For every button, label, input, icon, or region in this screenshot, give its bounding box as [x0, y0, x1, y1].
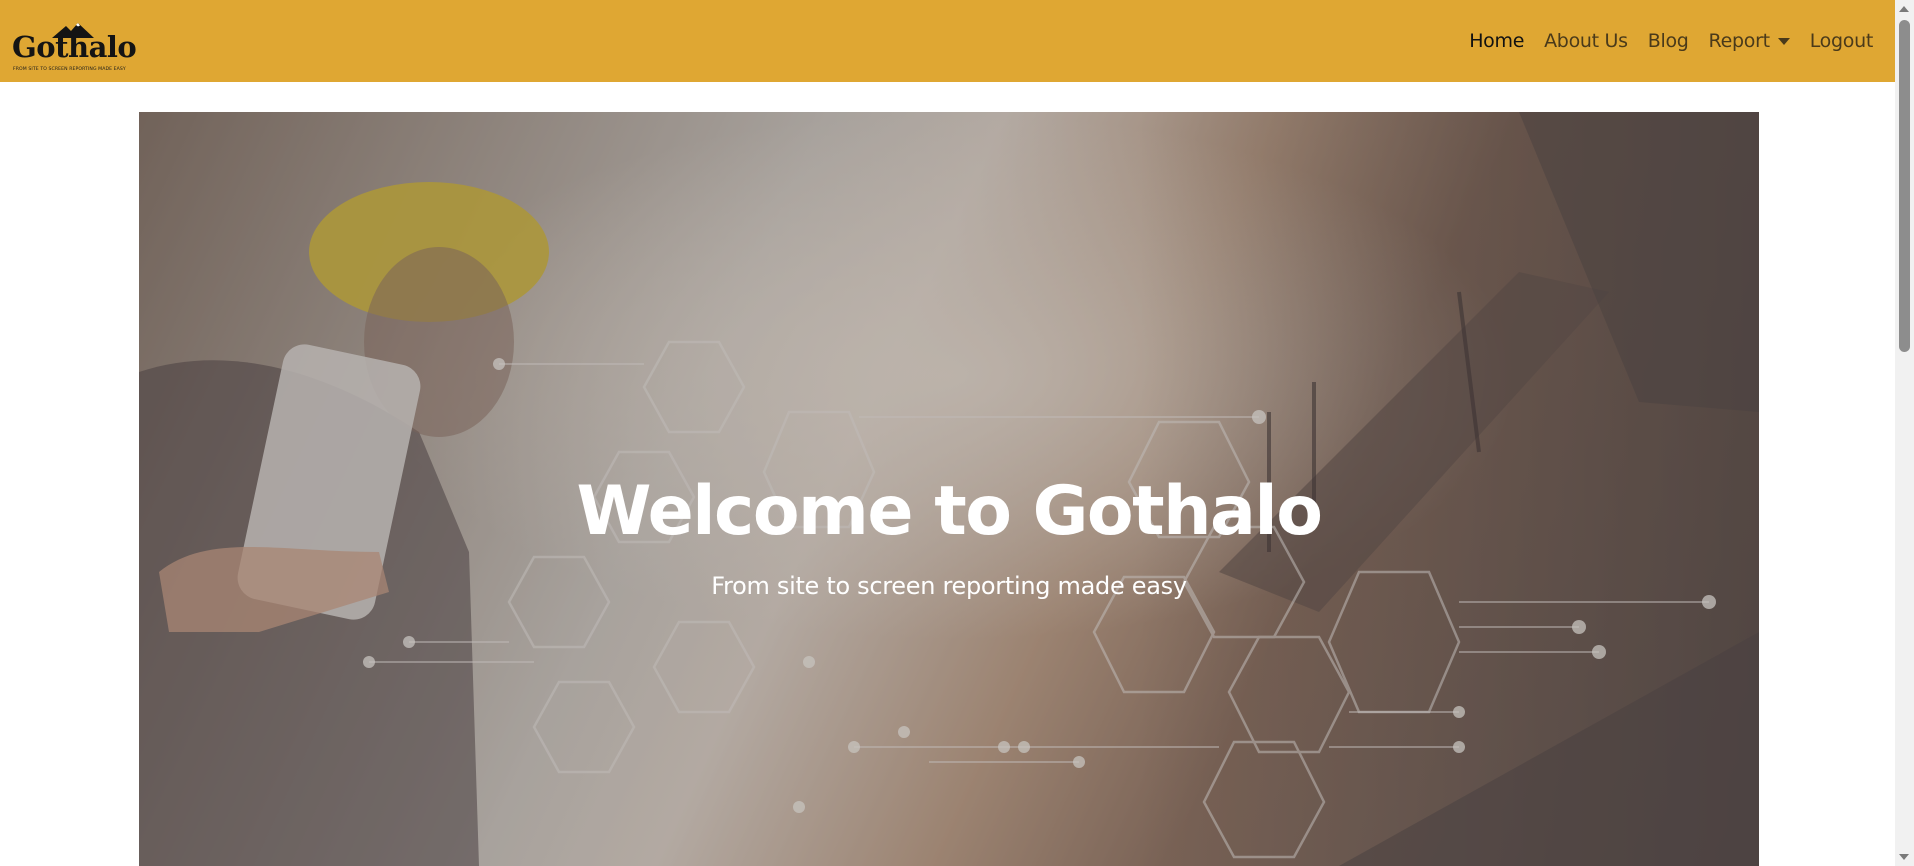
- nav-home[interactable]: Home: [1459, 22, 1534, 60]
- navbar: Gothalo FROM SITE TO SCREEN REPORTING MA…: [0, 0, 1895, 82]
- scroll-up-arrow-icon[interactable]: [1899, 6, 1909, 12]
- brand-tagline: FROM SITE TO SCREEN REPORTING MADE EASY: [13, 67, 126, 72]
- nav-report-label: Report: [1708, 30, 1770, 52]
- nav-blog[interactable]: Blog: [1638, 22, 1699, 60]
- scroll-down-arrow-icon[interactable]: [1899, 854, 1909, 860]
- nav-report-dropdown[interactable]: Report: [1699, 22, 1800, 60]
- hero-title: Welcome to Gothalo: [576, 472, 1323, 551]
- nav-about-us[interactable]: About Us: [1534, 22, 1638, 60]
- vertical-scrollbar[interactable]: [1895, 0, 1914, 866]
- hero-banner: Welcome to Gothalo From site to screen r…: [139, 112, 1759, 866]
- caret-down-icon: [1777, 37, 1790, 45]
- nav-links: Home About Us Blog Report Logout: [1459, 22, 1883, 60]
- hero-subtitle: From site to screen reporting made easy: [711, 572, 1187, 600]
- brand-name: Gothalo: [12, 30, 137, 64]
- brand-logo[interactable]: Gothalo FROM SITE TO SCREEN REPORTING MA…: [12, 13, 137, 73]
- nav-logout[interactable]: Logout: [1800, 22, 1883, 60]
- scrollbar-thumb[interactable]: [1899, 20, 1910, 352]
